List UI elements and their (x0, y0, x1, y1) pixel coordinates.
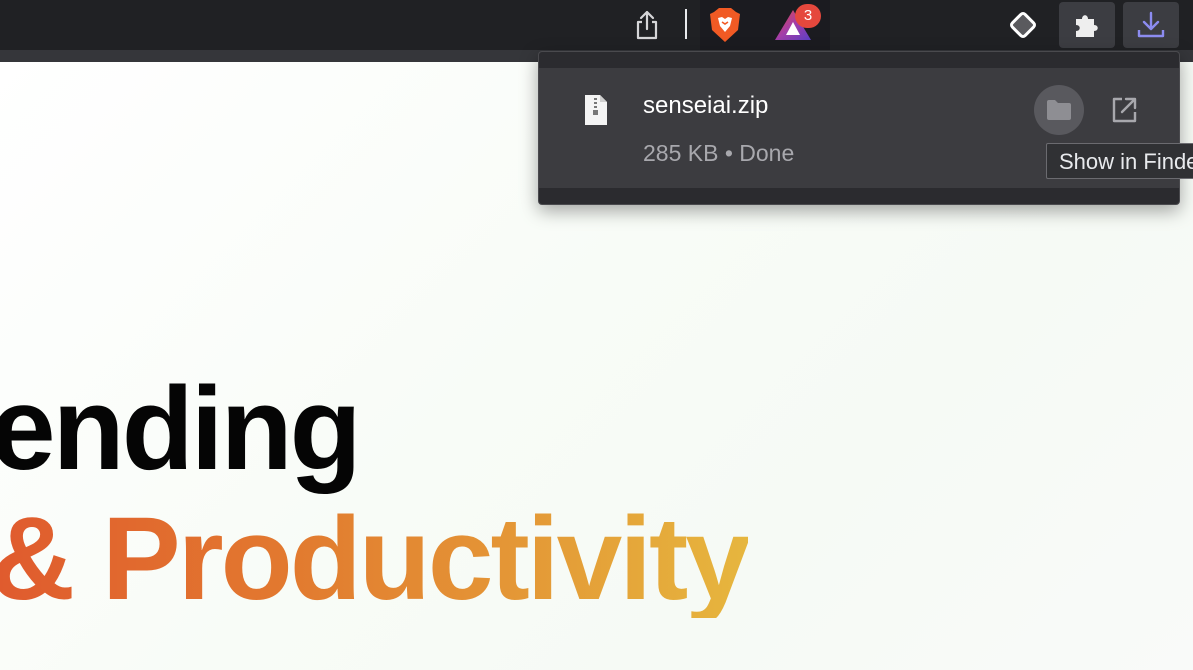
downloads-popup: senseiai.zip 285 KB • Done (538, 51, 1180, 205)
open-file-button[interactable] (1107, 93, 1141, 127)
open-external-icon (1112, 97, 1137, 123)
folder-icon (1047, 100, 1071, 120)
rewards-badge: 3 (795, 4, 821, 28)
share-icon (636, 10, 658, 40)
extensions-puzzle-icon (1076, 15, 1098, 37)
browser-toolbar: 3 (0, 0, 1193, 50)
share-button[interactable] (619, 2, 675, 48)
extension-diamond-icon (1010, 12, 1036, 38)
headline-line-1: ending (0, 363, 362, 495)
zip-file-icon (585, 95, 607, 125)
brave-shields-button[interactable] (697, 2, 753, 48)
extensions-button[interactable] (1059, 2, 1115, 48)
toolbar-divider (685, 9, 687, 39)
show-in-folder-button[interactable] (1034, 85, 1084, 135)
downloads-button[interactable] (1123, 2, 1179, 48)
tooltip: Show in Finder (1046, 143, 1193, 179)
extension-diamond-button[interactable] (995, 2, 1051, 48)
downloads-icon (1137, 11, 1165, 38)
headline-line-2: & Productivity (0, 500, 751, 618)
download-file-name[interactable]: senseiai.zip (643, 92, 768, 120)
download-status: 285 KB • Done (643, 140, 795, 166)
brave-shields-icon (710, 8, 740, 42)
